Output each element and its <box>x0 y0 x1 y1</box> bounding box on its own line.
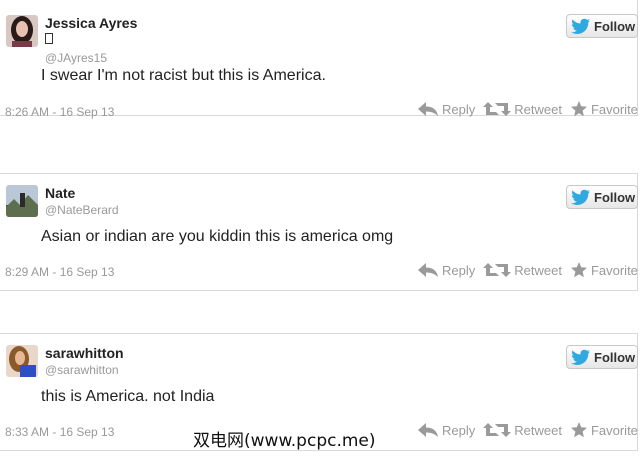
user-handle[interactable]: @NateBerard <box>45 203 119 217</box>
watermark-text: 双电网(www.pcpc.me) <box>193 431 376 451</box>
reply-label: Reply <box>442 262 476 278</box>
user-handle[interactable]: @sarawhitton <box>45 363 119 377</box>
star-icon <box>570 101 587 117</box>
reply-label: Reply <box>442 422 476 438</box>
follow-button[interactable]: Follow <box>566 185 638 209</box>
tweet-actions: Reply Retweet Favorite <box>417 422 638 438</box>
twitter-bird-icon <box>571 18 590 34</box>
tweet-card: Nate @NateBerard Asian or indian are you… <box>0 173 638 291</box>
user-name[interactable]: sarawhitton <box>45 345 124 361</box>
reply-action[interactable]: Reply <box>417 101 475 117</box>
avatar[interactable] <box>6 345 38 377</box>
retweet-icon <box>483 263 512 277</box>
star-icon <box>570 422 587 438</box>
tweet-text: this is America. not India <box>41 388 215 405</box>
user-name[interactable]: Jessica Ayres <box>45 15 137 31</box>
favorite-label: Favorite <box>590 262 638 278</box>
follow-button[interactable]: Follow <box>566 14 638 38</box>
reply-action[interactable]: Reply <box>417 422 475 438</box>
favorite-label: Favorite <box>590 422 638 438</box>
retweet-label: Retweet <box>514 422 562 438</box>
reply-action[interactable]: Reply <box>417 262 475 278</box>
follow-label: Follow <box>594 18 636 34</box>
twitter-bird-icon <box>571 349 590 365</box>
avatar[interactable] <box>6 15 38 47</box>
reply-icon <box>418 263 438 277</box>
star-icon <box>570 262 587 278</box>
user-handle[interactable]: @JAyres15 <box>45 51 107 65</box>
tweet-actions: Reply Retweet Favorite <box>417 262 638 278</box>
retweet-action[interactable]: Retweet <box>483 101 562 117</box>
tweet-card: Jessica Ayres @JAyres15 I swear I'm not … <box>0 0 638 119</box>
unknown-glyph-icon <box>45 33 53 44</box>
tweet-timestamp[interactable]: 8:29 AM - 16 Sep 13 <box>5 265 114 279</box>
retweet-icon <box>483 102 512 116</box>
avatar[interactable] <box>6 185 38 217</box>
retweet-label: Retweet <box>514 101 562 117</box>
follow-label: Follow <box>594 189 636 205</box>
retweet-label: Retweet <box>514 262 562 278</box>
retweet-icon <box>483 423 512 437</box>
retweet-action[interactable]: Retweet <box>483 422 562 438</box>
favorite-action[interactable]: Favorite <box>570 422 638 438</box>
tweet-timestamp[interactable]: 8:26 AM - 16 Sep 13 <box>5 105 114 119</box>
reply-icon <box>418 102 438 116</box>
twitter-bird-icon <box>571 189 590 205</box>
favorite-action[interactable]: Favorite <box>570 262 638 278</box>
follow-label: Follow <box>594 349 636 365</box>
favorite-label: Favorite <box>590 101 638 117</box>
tweet-text: Asian or indian are you kiddin this is a… <box>41 228 394 245</box>
follow-button[interactable]: Follow <box>566 345 638 369</box>
tweet-timestamp[interactable]: 8:33 AM - 16 Sep 13 <box>5 425 114 439</box>
reply-label: Reply <box>442 101 476 117</box>
tweet-actions: Reply Retweet Favorite <box>417 101 638 117</box>
tweet-text: I swear I'm not racist but this is Ameri… <box>41 67 326 84</box>
reply-icon <box>418 423 438 437</box>
retweet-action[interactable]: Retweet <box>483 262 562 278</box>
favorite-action[interactable]: Favorite <box>570 101 638 117</box>
user-name[interactable]: Nate <box>45 185 75 201</box>
